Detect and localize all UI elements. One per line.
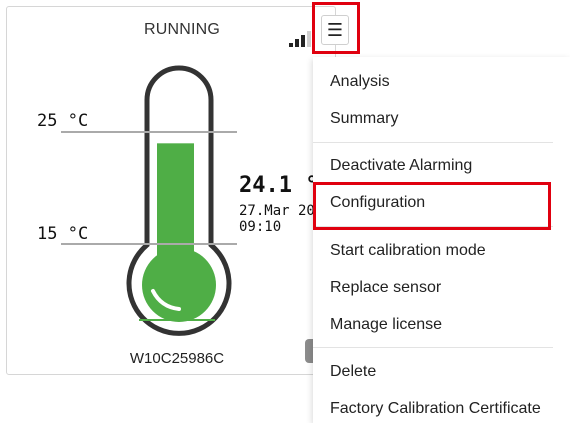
menu-button[interactable]: ☰ (321, 15, 349, 45)
menu-item-factory-calibration-certificate[interactable]: Factory Calibration Certificate (330, 400, 541, 418)
context-menu: Analysis Summary Deactivate Alarming Con… (313, 57, 570, 423)
menu-item-replace-sensor[interactable]: Replace sensor (330, 279, 441, 297)
sensor-card[interactable]: RUNNING 25 °C 15 °C 24.1 °C 27.Mar 2024 … (6, 6, 336, 375)
menu-item-configuration[interactable]: Configuration (330, 194, 425, 212)
menu-item-manage-license[interactable]: Manage license (330, 316, 442, 334)
menu-separator (313, 347, 553, 348)
menu-separator (313, 142, 553, 143)
upper-limit-label: 25 °C (37, 111, 89, 131)
lower-limit-label: 15 °C (37, 224, 89, 244)
menu-item-deactivate-alarming[interactable]: Deactivate Alarming (330, 157, 472, 175)
menu-separator (313, 226, 553, 227)
sensor-serial: W10C25986C (129, 350, 225, 367)
menu-item-delete[interactable]: Delete (330, 363, 376, 381)
menu-item-summary[interactable]: Summary (330, 110, 398, 128)
menu-item-analysis[interactable]: Analysis (330, 73, 390, 91)
temperature-fill-bar (157, 143, 194, 263)
hamburger-icon: ☰ (326, 20, 344, 40)
menu-item-start-calibration-mode[interactable]: Start calibration mode (330, 242, 486, 260)
